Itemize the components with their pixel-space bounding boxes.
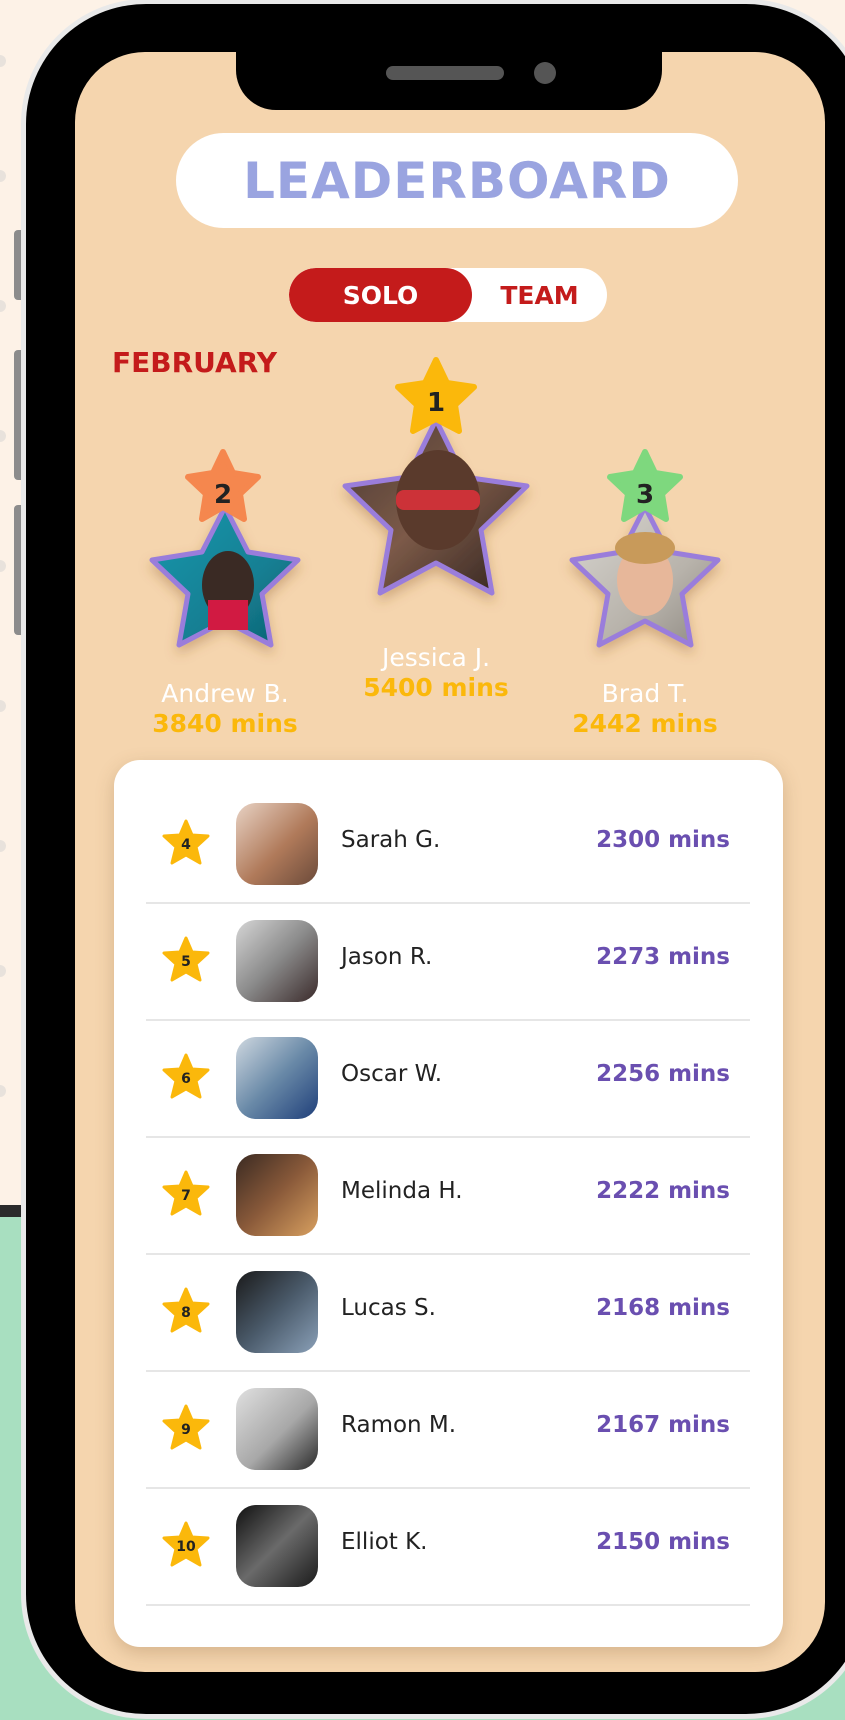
player-name: Lucas S. <box>341 1295 436 1321</box>
podium-score-2: 3840 mins <box>152 709 298 738</box>
rank-number-1: 1 <box>427 388 445 418</box>
avatar[interactable] <box>236 1271 318 1353</box>
player-name: Jason R. <box>341 944 433 970</box>
player-score: 2168 mins <box>596 1295 730 1321</box>
rank-number: 9 <box>181 1422 191 1438</box>
list-item[interactable]: 6 Oscar W. 2256 mins <box>146 1019 750 1138</box>
player-name: Ramon M. <box>341 1412 457 1438</box>
player-name: Sarah G. <box>341 827 441 853</box>
podium-photo-2-shirt <box>208 600 248 630</box>
player-score: 2256 mins <box>596 1061 730 1087</box>
list-item[interactable]: 5 Jason R. 2273 mins <box>146 902 750 1021</box>
player-name: Elliot K. <box>341 1529 428 1555</box>
rank-number: 4 <box>181 837 191 853</box>
podium-photo-3-hair <box>615 532 675 564</box>
list-item[interactable]: 10 Elliot K. 2150 mins <box>146 1487 750 1606</box>
list-item[interactable]: 4 Sarah G. 2300 mins <box>146 785 750 904</box>
player-score: 2150 mins <box>596 1529 730 1555</box>
ranking-list: 4 Sarah G. 2300 mins 5 Jason R. 2273 min… <box>114 760 783 1647</box>
player-score: 2222 mins <box>596 1178 730 1204</box>
list-item[interactable]: 9 Ramon M. 2167 mins <box>146 1370 750 1489</box>
rank-number: 6 <box>181 1071 191 1087</box>
list-item[interactable]: 7 Melinda H. 2222 mins <box>146 1136 750 1255</box>
rank-number: 8 <box>181 1305 191 1321</box>
avatar[interactable] <box>236 1505 318 1587</box>
player-score: 2300 mins <box>596 827 730 853</box>
player-name: Oscar W. <box>341 1061 443 1087</box>
avatar[interactable] <box>236 1154 318 1236</box>
player-score: 2273 mins <box>596 944 730 970</box>
podium-score-3: 2442 mins <box>572 709 718 738</box>
background-dot <box>0 840 6 852</box>
rank-number: 5 <box>181 954 191 970</box>
rank-number-3: 3 <box>636 480 654 510</box>
avatar[interactable] <box>236 1037 318 1119</box>
player-score: 2167 mins <box>596 1412 730 1438</box>
rank-number: 7 <box>181 1188 191 1204</box>
podium-score-1: 5400 mins <box>363 673 509 702</box>
rank-number: 10 <box>176 1539 196 1555</box>
podium-name-2: Andrew B. <box>161 679 289 708</box>
background-dot <box>0 1085 6 1097</box>
avatar[interactable] <box>236 920 318 1002</box>
list-item[interactable]: 8 Lucas S. 2168 mins <box>146 1253 750 1372</box>
rank-number-2: 2 <box>214 480 232 510</box>
podium-name-3: Brad T. <box>601 679 689 708</box>
podium-name-1: Jessica J. <box>381 643 491 672</box>
avatar[interactable] <box>236 1388 318 1470</box>
player-name: Melinda H. <box>341 1178 463 1204</box>
background-dot <box>0 965 6 977</box>
sunglasses-icon <box>396 490 480 510</box>
avatar[interactable] <box>236 803 318 885</box>
